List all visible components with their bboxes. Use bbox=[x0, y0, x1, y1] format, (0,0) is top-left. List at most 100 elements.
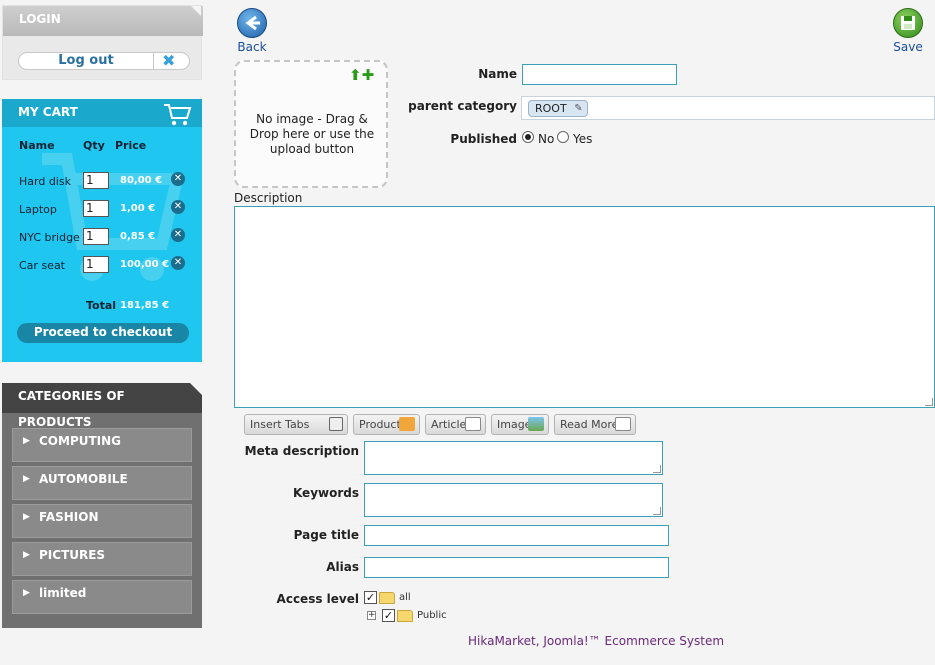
checkout-button[interactable]: Proceed to checkout bbox=[17, 323, 189, 343]
alias-input[interactable] bbox=[364, 557, 669, 578]
cart-header-price: Price bbox=[115, 139, 147, 152]
product-label[interactable]: Product bbox=[359, 418, 401, 431]
access-all-label: all bbox=[399, 592, 411, 603]
parent-category-field[interactable]: ROOT ✎ bbox=[521, 96, 935, 120]
category-label[interactable]: limited bbox=[39, 586, 86, 600]
back-button[interactable]: Back bbox=[234, 8, 270, 54]
root-category-chip[interactable]: ROOT ✎ bbox=[528, 100, 588, 117]
triangle-right-icon: ▶ bbox=[23, 550, 30, 560]
category-item[interactable]: ▶ COMPUTING bbox=[12, 428, 192, 462]
published-yes-radio[interactable] bbox=[557, 131, 569, 143]
access-public-label: Public bbox=[417, 610, 447, 621]
product-button[interactable]: Product bbox=[353, 414, 420, 435]
insert-tabs-label[interactable]: Insert Tabs bbox=[250, 418, 309, 431]
article-icon bbox=[465, 417, 481, 431]
pencil-icon[interactable]: ✎ bbox=[574, 101, 582, 116]
box-icon bbox=[399, 417, 415, 431]
access-level-label: Access level bbox=[276, 592, 359, 606]
category-item[interactable]: ▶ AUTOMOBILE bbox=[12, 466, 192, 500]
back-label[interactable]: Back bbox=[234, 40, 270, 54]
login-corner bbox=[191, 6, 201, 16]
save-button[interactable]: Save bbox=[890, 8, 926, 54]
cart-panel: MY CART Name Qty Price Hard disk 1 80,00… bbox=[2, 99, 202, 362]
triangle-right-icon: ▶ bbox=[23, 588, 30, 598]
cart-qty-input[interactable]: 1 bbox=[83, 256, 109, 273]
page-title-input[interactable] bbox=[364, 525, 669, 546]
save-label[interactable]: Save bbox=[890, 40, 926, 54]
image-dropzone[interactable]: ⬆✚ No image - Drag & Drop here or use th… bbox=[234, 60, 388, 188]
page: LOGIN Log out ✖ MY CART Name Qty Price H… bbox=[0, 0, 935, 665]
published-yes-label: Yes bbox=[573, 132, 593, 146]
triangle-right-icon: ▶ bbox=[23, 436, 30, 446]
back-arrow-icon[interactable] bbox=[237, 8, 267, 38]
remove-item-icon[interactable]: ✕ bbox=[171, 172, 185, 186]
root-chip-label: ROOT bbox=[535, 102, 567, 115]
floppy-disk-icon[interactable] bbox=[893, 8, 923, 38]
category-item[interactable]: ▶ PICTURES bbox=[12, 542, 192, 576]
cart-row: Laptop 1 1,00 € ✕ bbox=[2, 199, 202, 219]
read-more-icon bbox=[615, 417, 631, 431]
cart-header-name: Name bbox=[19, 139, 55, 152]
category-item[interactable]: ▶ limited bbox=[12, 580, 192, 614]
image-icon bbox=[528, 417, 544, 431]
folder-icon bbox=[379, 592, 395, 604]
cart-row: Hard disk 1 80,00 € ✕ bbox=[2, 171, 202, 191]
category-label[interactable]: FASHION bbox=[39, 510, 99, 524]
triangle-right-icon: ▶ bbox=[23, 474, 30, 484]
read-more-label[interactable]: Read More bbox=[560, 418, 618, 431]
cart-item-price: 1,00 € bbox=[120, 203, 156, 214]
logout-label[interactable]: Log out bbox=[19, 53, 154, 69]
name-input[interactable] bbox=[522, 64, 677, 85]
cart-icon bbox=[164, 104, 192, 126]
upload-icon[interactable]: ⬆✚ bbox=[349, 66, 374, 84]
alias-label: Alias bbox=[326, 560, 359, 574]
cart-item-name: Car seat bbox=[19, 259, 65, 272]
remove-item-icon[interactable]: ✕ bbox=[171, 228, 185, 242]
published-no-radio[interactable] bbox=[522, 131, 534, 143]
logout-button[interactable]: Log out ✖ bbox=[18, 51, 190, 70]
published-no-label: No bbox=[538, 132, 555, 146]
description-textarea[interactable] bbox=[234, 206, 935, 408]
cart-row: NYC bridge 1 0,85 € ✕ bbox=[2, 227, 202, 247]
logout-x-icon[interactable]: ✖ bbox=[162, 51, 175, 70]
cart-item-price: 80,00 € bbox=[120, 175, 163, 186]
category-label[interactable]: AUTOMOBILE bbox=[39, 472, 128, 486]
page-title-label: Page title bbox=[293, 528, 359, 542]
cart-qty-input[interactable]: 1 bbox=[83, 228, 109, 245]
article-button[interactable]: Article bbox=[425, 414, 486, 435]
category-label[interactable]: COMPUTING bbox=[39, 434, 121, 448]
footer-text: HikaMarket, Joomla!™ Ecommerce System bbox=[468, 634, 725, 648]
access-all-checkbox[interactable]: ✓ bbox=[364, 591, 377, 604]
image-label[interactable]: Image bbox=[497, 418, 531, 431]
cart-qty-input[interactable]: 1 bbox=[83, 200, 109, 217]
image-button[interactable]: Image bbox=[491, 414, 549, 435]
category-label[interactable]: PICTURES bbox=[39, 548, 105, 562]
meta-description-textarea[interactable] bbox=[364, 441, 663, 475]
access-public-checkbox[interactable]: ✓ bbox=[382, 609, 395, 622]
keywords-label: Keywords bbox=[292, 486, 359, 500]
article-label[interactable]: Article bbox=[431, 418, 466, 431]
cart-qty-input[interactable]: 1 bbox=[83, 172, 109, 189]
triangle-right-icon: ▶ bbox=[23, 512, 30, 522]
cart-item-price: 0,85 € bbox=[120, 231, 156, 242]
read-more-button[interactable]: Read More bbox=[554, 414, 636, 435]
folder-icon bbox=[397, 610, 413, 622]
remove-item-icon[interactable]: ✕ bbox=[171, 256, 185, 270]
meta-description-label: Meta description bbox=[244, 444, 359, 458]
cart-item-price: 100,00 € bbox=[120, 259, 170, 270]
cart-total-value: 181,85 € bbox=[120, 300, 170, 311]
name-label: Name bbox=[478, 67, 517, 81]
description-label: Description bbox=[234, 191, 303, 205]
keywords-textarea[interactable] bbox=[364, 483, 663, 517]
cart-item-name: Hard disk bbox=[19, 175, 71, 188]
resize-grip-icon[interactable] bbox=[653, 465, 661, 473]
remove-item-icon[interactable]: ✕ bbox=[171, 200, 185, 214]
tree-expand-icon[interactable]: + bbox=[367, 611, 376, 620]
categories-title: CATEGORIES OF PRODUCTS bbox=[2, 383, 202, 429]
insert-tabs-button[interactable]: Insert Tabs bbox=[244, 414, 348, 435]
category-item[interactable]: ▶ FASHION bbox=[12, 504, 192, 538]
resize-grip-icon[interactable] bbox=[925, 398, 933, 406]
login-panel: LOGIN Log out ✖ bbox=[2, 5, 203, 80]
resize-grip-icon[interactable] bbox=[653, 507, 661, 515]
categories-corner bbox=[190, 383, 202, 395]
